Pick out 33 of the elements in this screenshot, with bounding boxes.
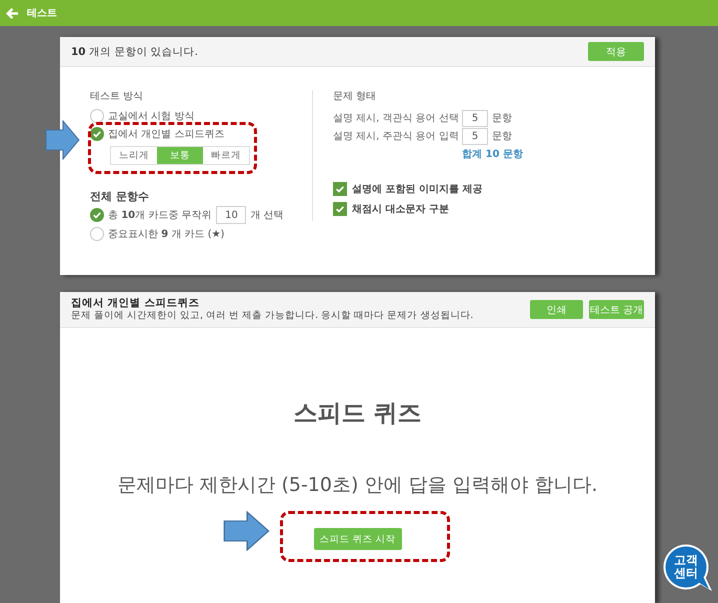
section-heading: 문제 형태 [333,90,376,104]
radio-label: 교실에서 시험 방식 [108,110,194,123]
question-type-label: 설명 제시, 객관식 용어 선택 [333,112,460,125]
quiz-description: 문제 풀이에 시간제한이 있고, 여러 번 제출 가능합니다. 응시할 때마다 문제가 생성됩니다. [71,310,474,322]
section-heading: 전체 문항수 [90,190,149,204]
checkbox[interactable] [333,182,347,196]
question-type-label: 설명 제시, 주관식 용어 입력 [333,130,460,143]
field-unit: 개 선택 [250,209,284,222]
field-unit: 문항 [492,112,512,125]
quiz-instruction: 문제마다 제한시간 (5-10초) 안에 답을 입력해야 합니다. [117,473,598,498]
top-bar-title: 테스트 [27,7,57,20]
field-unit: 문항 [492,130,512,143]
quiz-heading: 스피드 퀴즈 [293,398,422,429]
question-count-text: 10 개의 문항이 있습니다. [71,44,198,58]
radio-label: 총 10개 카드중 무작위 [108,209,212,222]
checkbox-label: 채점시 대소문자 구분 [352,203,449,216]
count-field[interactable]: 10 [216,206,246,224]
total-count: 합계 10 문항 [462,148,523,162]
radio-button[interactable] [90,109,104,123]
back-arrow-icon[interactable] [6,8,18,18]
checkbox[interactable] [333,202,347,216]
right-arrow-icon [222,511,270,551]
section-heading: 테스트 방식 [90,90,144,104]
right-arrow-icon [45,120,80,160]
checkbox-label: 설명에 포함된 이미지를 제공 [352,183,482,196]
radio-button[interactable] [90,208,104,222]
count-field[interactable]: 5 [462,110,488,126]
count-field[interactable]: 5 [462,128,488,144]
radio-button[interactable] [90,127,104,141]
radio-label: 집에서 개인별 스피드퀴즈 [108,128,224,141]
radio-button[interactable] [90,227,104,241]
radio-label: 중요표시한 9 개 카드 (★) [108,228,224,241]
quiz-title: 집에서 개인별 스피드퀴즈 [71,297,200,310]
